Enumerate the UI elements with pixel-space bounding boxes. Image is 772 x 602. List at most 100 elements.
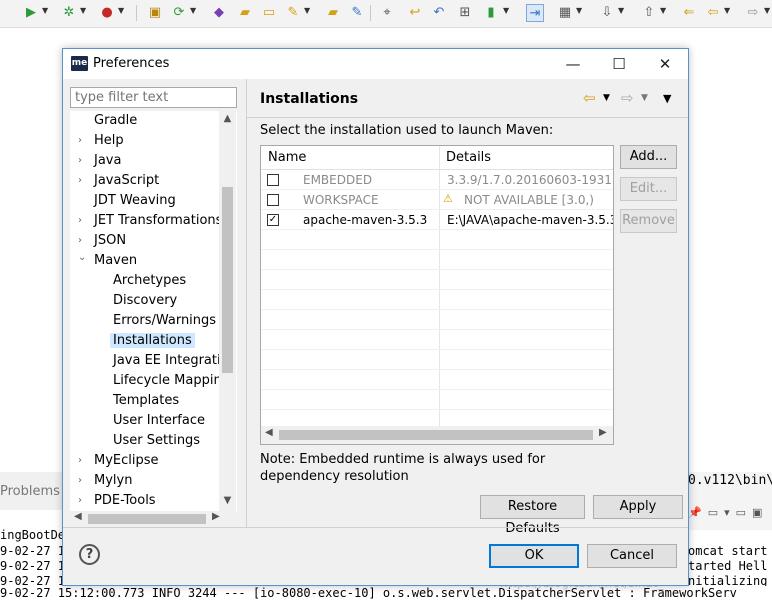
wand-icon[interactable]: ✎ bbox=[284, 4, 302, 22]
tree-item-myeclipse[interactable]: › MyEclipse bbox=[78, 451, 159, 471]
nav-forward-icon[interactable]: ⇨ bbox=[744, 4, 762, 22]
remove-button[interactable]: Remove bbox=[620, 209, 677, 233]
tree-item-help[interactable]: › Help bbox=[78, 131, 124, 151]
new-item-icon[interactable]: ⊞ bbox=[456, 4, 474, 22]
table-horizontal-scrollbar[interactable]: ◀ ▶ bbox=[261, 426, 613, 444]
tree-item-pde-tools[interactable]: › PDE-Tools bbox=[78, 491, 156, 511]
problems-tab[interactable]: Problems bbox=[0, 472, 62, 510]
scroll-down-icon[interactable]: ▼ bbox=[222, 495, 233, 506]
export-dropdown-icon[interactable]: ▼ bbox=[503, 6, 509, 15]
chevron-down-icon[interactable]: ⌄ bbox=[78, 248, 86, 268]
scrollbar-thumb[interactable] bbox=[222, 187, 233, 373]
chevron-right-icon[interactable]: › bbox=[78, 151, 82, 171]
add-button[interactable]: Add... bbox=[620, 145, 677, 169]
apply-button[interactable]: Apply bbox=[593, 495, 683, 519]
open-file-icon[interactable]: ▭ bbox=[260, 4, 278, 22]
next-annotation-icon[interactable]: ⇩ bbox=[598, 4, 616, 22]
table-row[interactable]: EMBEDDED 3.3.9/1.7.0.20160603-1931 bbox=[261, 170, 613, 190]
column-header-name[interactable]: Name bbox=[261, 146, 439, 170]
minimize-view-icon[interactable]: ▭ bbox=[736, 506, 746, 519]
run-icon[interactable]: ▶ bbox=[22, 4, 40, 22]
dialog-titlebar[interactable]: me Preferences — ☐ ✕ bbox=[63, 49, 688, 79]
tree-item-gradle[interactable]: Gradle bbox=[94, 111, 137, 131]
debug-icon[interactable]: ✲ bbox=[60, 4, 78, 22]
back-arrow-icon[interactable]: ⇦ bbox=[583, 89, 596, 107]
tree-item-json[interactable]: › JSON bbox=[78, 231, 126, 251]
back-dropdown-icon[interactable]: ▼ bbox=[603, 93, 610, 103]
row-checkbox[interactable] bbox=[267, 194, 279, 206]
chevron-right-icon[interactable]: › bbox=[78, 171, 82, 191]
scroll-left-icon[interactable]: ◀ bbox=[74, 511, 82, 522]
filter-input[interactable] bbox=[70, 87, 237, 108]
preference-tree[interactable]: Gradle › Help › Java › JavaScript JDT We… bbox=[70, 111, 237, 511]
scroll-right-icon[interactable]: ▶ bbox=[599, 427, 607, 438]
console-view-icon[interactable]: ▭ bbox=[708, 506, 718, 519]
table-row[interactable]: WORKSPACE ⚠ NOT AVAILABLE [3.0,) bbox=[261, 190, 613, 210]
back-icon[interactable]: ↶ bbox=[430, 4, 448, 22]
installations-table[interactable]: Name Details EMBEDDED 3.3.9/1.7.0.201606… bbox=[260, 145, 614, 445]
prev-annotation-dropdown-icon[interactable]: ▼ bbox=[660, 6, 666, 15]
coverage-icon[interactable]: ● bbox=[98, 4, 116, 22]
tree-item-maven[interactable]: ⌄ Maven bbox=[78, 251, 137, 271]
refresh-dropdown-icon[interactable]: ▼ bbox=[190, 6, 196, 15]
nav-back-icon[interactable]: ⇦ bbox=[704, 4, 722, 22]
undo-icon[interactable]: ↩ bbox=[406, 4, 424, 22]
restore-defaults-button[interactable]: Restore Defaults bbox=[480, 495, 585, 536]
minimize-button[interactable]: — bbox=[550, 49, 596, 79]
tree-vertical-scrollbar[interactable]: ▲ ▼ bbox=[219, 111, 236, 511]
prev-annotation-icon[interactable]: ⇧ bbox=[640, 4, 658, 22]
maximize-button[interactable]: ☐ bbox=[596, 49, 642, 79]
sync-icon[interactable]: ⇥ bbox=[526, 4, 544, 22]
tree-horizontal-scrollbar[interactable]: ◀ ▶ bbox=[70, 511, 237, 527]
wand-dropdown-icon[interactable]: ▼ bbox=[304, 6, 310, 15]
ok-button[interactable]: OK bbox=[489, 544, 579, 568]
tree-item-user-settings[interactable]: User Settings bbox=[113, 431, 200, 451]
tree-item-installations[interactable]: Installations bbox=[110, 331, 195, 351]
tree-item-templates[interactable]: Templates bbox=[113, 391, 179, 411]
forward-arrow-icon[interactable]: ⇨ bbox=[621, 89, 634, 107]
tree-item-jdt-weaving[interactable]: JDT Weaving bbox=[94, 191, 176, 211]
display-console-icon[interactable]: ▣ bbox=[752, 506, 762, 519]
nav-forward-dropdown-icon[interactable]: ▼ bbox=[764, 6, 770, 15]
tree-item-jet-transformations[interactable]: › JET Transformations bbox=[78, 211, 222, 231]
tree-item-mylyn[interactable]: › Mylyn bbox=[78, 471, 132, 491]
grid-dropdown-icon[interactable]: ▼ bbox=[576, 6, 582, 15]
scrollbar-thumb[interactable] bbox=[88, 514, 206, 524]
tree-item-lifecycle-mapping[interactable]: Lifecycle Mapping bbox=[113, 371, 230, 391]
chevron-right-icon[interactable]: › bbox=[78, 131, 82, 151]
run-dropdown-icon[interactable]: ▼ bbox=[42, 6, 48, 15]
cancel-button[interactable]: Cancel bbox=[587, 544, 677, 568]
export-icon[interactable]: ▮ bbox=[482, 4, 500, 22]
chevron-right-icon[interactable]: › bbox=[78, 491, 82, 511]
perspective-icon[interactable]: ◆ bbox=[210, 4, 228, 22]
chevron-right-icon[interactable]: › bbox=[78, 451, 82, 471]
pin-console-icon[interactable]: 📌 bbox=[688, 506, 702, 519]
column-header-details[interactable]: Details bbox=[440, 146, 613, 170]
chevron-right-icon[interactable]: › bbox=[78, 211, 82, 231]
tree-item-user-interface[interactable]: User Interface bbox=[113, 411, 205, 431]
pin-icon[interactable]: ⌖ bbox=[378, 4, 396, 22]
edit-button[interactable]: Edit... bbox=[620, 177, 677, 201]
edit-icon[interactable]: ✎ bbox=[348, 4, 366, 22]
nav-back-dropdown-icon[interactable]: ▼ bbox=[724, 6, 730, 15]
folder-icon[interactable]: ▰ bbox=[324, 4, 342, 22]
close-button[interactable]: ✕ bbox=[642, 49, 688, 79]
tree-item-errors-warnings[interactable]: Errors/Warnings bbox=[113, 311, 216, 331]
scroll-left-icon[interactable]: ◀ bbox=[265, 427, 273, 438]
scroll-right-icon[interactable]: ▶ bbox=[212, 511, 220, 522]
history-back-icon[interactable]: ⇐ bbox=[680, 4, 698, 22]
row-checkbox-checked[interactable]: ✓ bbox=[267, 214, 279, 226]
view-menu-icon[interactable]: ▼ bbox=[663, 92, 671, 105]
forward-dropdown-icon[interactable]: ▼ bbox=[641, 93, 648, 103]
next-annotation-dropdown-icon[interactable]: ▼ bbox=[618, 6, 624, 15]
debug-dropdown-icon[interactable]: ▼ bbox=[80, 6, 86, 15]
scrollbar-thumb[interactable] bbox=[279, 430, 593, 440]
console-menu-icon[interactable]: ▾ bbox=[724, 506, 730, 519]
grid-icon[interactable]: ▦ bbox=[556, 4, 574, 22]
new-package-icon[interactable]: ▣ bbox=[146, 4, 164, 22]
row-checkbox[interactable] bbox=[267, 174, 279, 186]
table-row[interactable]: ✓ apache-maven-3.5.3 E:\JAVA\apache-mave… bbox=[261, 210, 613, 230]
scroll-up-icon[interactable]: ▲ bbox=[222, 113, 233, 124]
refresh-icon[interactable]: ⟳ bbox=[170, 4, 188, 22]
tree-item-discovery[interactable]: Discovery bbox=[113, 291, 177, 311]
